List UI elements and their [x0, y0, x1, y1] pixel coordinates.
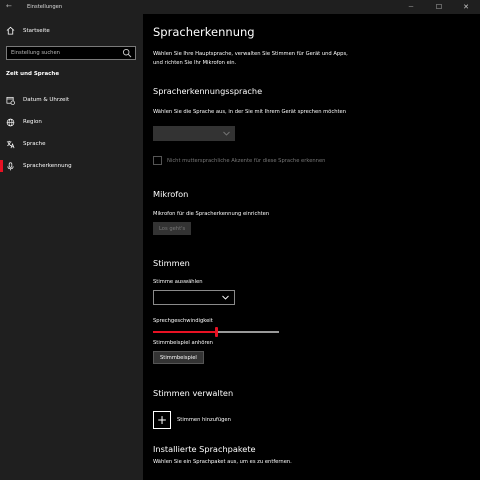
maximize-icon: ☐	[435, 3, 443, 11]
voice-dropdown[interactable]	[153, 290, 235, 305]
slider-track-filled	[153, 331, 216, 333]
search-box[interactable]	[6, 46, 136, 60]
add-voices-label: Stimmen hinzufügen	[177, 417, 231, 423]
voices-heading: Stimmen	[153, 258, 190, 268]
microphone-description: Mikrofon für die Spracherkennung einrich…	[153, 211, 270, 217]
microphone-heading: Mikrofon	[153, 189, 189, 199]
language-packs-description: Wählen Sie ein Sprachpaket aus, um es zu…	[153, 459, 292, 465]
chevron-down-icon	[223, 131, 230, 136]
voice-select-label: Stimme auswählen	[153, 279, 203, 285]
minimize-button[interactable]: —	[397, 0, 425, 14]
speed-label: Sprechgeschwindigkeit	[153, 318, 213, 324]
globe-icon	[6, 118, 15, 126]
nav-home[interactable]: Startseite	[6, 26, 50, 35]
slider-track-remaining	[216, 331, 279, 333]
sidebar-item-speech[interactable]: Spracherkennung	[0, 156, 143, 176]
calendar-clock-icon	[6, 96, 15, 105]
voice-sample-button[interactable]: Stimmbeispiel	[153, 351, 204, 364]
maximize-button[interactable]: ☐	[425, 0, 453, 14]
sidebar-item-language[interactable]: Sprache	[0, 134, 143, 154]
main-content: Spracherkennung Wählen Sie Ihre Hauptspr…	[143, 14, 480, 480]
page-title: Spracherkennung	[153, 25, 255, 39]
microphone-icon	[7, 161, 14, 170]
back-arrow-icon[interactable]: ←	[6, 2, 12, 10]
plus-icon: +	[156, 413, 168, 427]
manage-voices-heading: Stimmen verwalten	[153, 388, 234, 398]
sidebar-item-label: Region	[23, 119, 42, 125]
speed-slider[interactable]	[153, 326, 279, 338]
close-button[interactable]: ✕	[452, 0, 480, 14]
sample-label: Stimmbeispiel anhören	[153, 340, 213, 346]
search-input[interactable]	[7, 47, 119, 59]
language-packs-heading: Installierte Sprachpakete	[153, 444, 256, 454]
sidebar-item-date-time[interactable]: Datum & Uhrzeit	[0, 90, 143, 110]
page-intro: Wählen Sie Ihre Hauptsprache, verwalten …	[153, 51, 348, 66]
title-bar: ← Einstellungen — ☐ ✕	[0, 0, 480, 14]
search-icon[interactable]	[122, 48, 132, 58]
microphone-setup-button[interactable]: Los geht's	[153, 222, 192, 235]
language-description: Wählen Sie die Sprache aus, in der Sie m…	[153, 109, 347, 115]
language-icon	[6, 140, 15, 148]
minimize-icon: —	[408, 4, 414, 10]
add-voices-button[interactable]: +	[153, 411, 171, 429]
slider-thumb[interactable]	[215, 327, 218, 337]
sidebar-section-title: Zeit und Sprache	[6, 71, 60, 77]
sidebar-item-label: Datum & Uhrzeit	[23, 97, 70, 103]
sidebar-item-label: Spracherkennung	[23, 163, 72, 169]
sidebar-item-label: Sprache	[23, 141, 46, 147]
accent-checkbox[interactable]	[153, 156, 162, 165]
home-icon	[6, 26, 15, 35]
active-indicator	[0, 160, 3, 172]
language-dropdown[interactable]	[153, 126, 235, 141]
accent-checkbox-row[interactable]: Nicht muttersprachliche Akzente für dies…	[153, 156, 325, 165]
accent-checkbox-label: Nicht muttersprachliche Akzente für dies…	[167, 157, 326, 164]
window-title: Einstellungen	[27, 4, 63, 10]
sidebar: Startseite Zeit und Sprache Datum & Uhrz…	[0, 14, 143, 480]
chevron-down-icon	[222, 295, 229, 300]
add-voices-row[interactable]: + Stimmen hinzufügen	[153, 411, 231, 429]
language-heading: Spracherkennungssprache	[153, 86, 263, 96]
nav-home-label: Startseite	[23, 27, 50, 34]
close-icon: ✕	[463, 3, 469, 11]
sidebar-item-region[interactable]: Region	[0, 112, 143, 132]
